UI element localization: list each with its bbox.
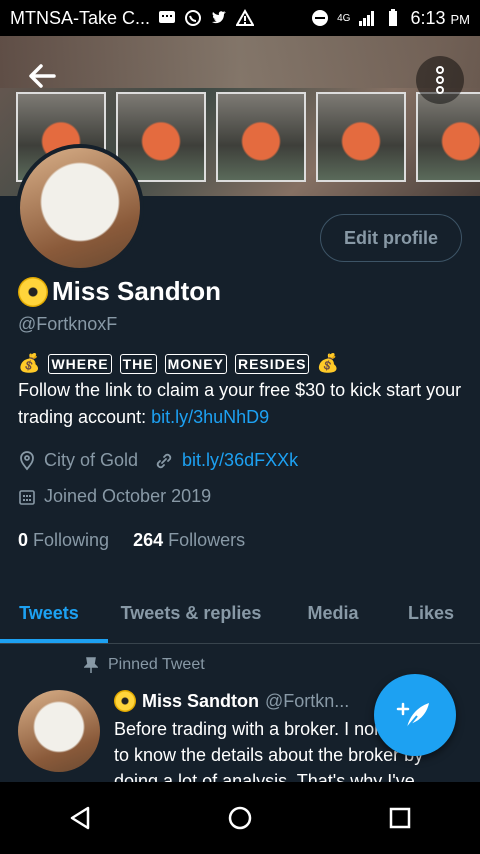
- pinned-tweet-label: Pinned Tweet: [84, 656, 205, 674]
- bio-headline-word: WHERE: [48, 354, 112, 374]
- bio-headline-word: MONEY: [164, 354, 227, 374]
- network-type: 4G: [337, 12, 351, 24]
- banner-photo: [416, 92, 480, 182]
- profile-meta-row: City of Gold bit.ly/36dFXXk: [18, 450, 298, 471]
- nav-back-button[interactable]: [60, 798, 100, 838]
- system-navigation-bar: [0, 782, 480, 854]
- tab-media[interactable]: Media: [284, 584, 382, 643]
- money-bag-icon: 💰: [18, 353, 42, 373]
- tab-tweets-and-replies[interactable]: Tweets & replies: [98, 584, 284, 643]
- compose-tweet-button[interactable]: [374, 674, 456, 756]
- tab-tweets[interactable]: Tweets: [0, 584, 108, 643]
- nav-home-button[interactable]: [220, 798, 260, 838]
- tab-likes[interactable]: Likes: [382, 584, 480, 643]
- profile-avatar[interactable]: [16, 144, 144, 272]
- message-icon: [159, 11, 176, 23]
- dvd-emoji-icon: [114, 690, 136, 712]
- profile-handle: @FortknoxF: [18, 314, 118, 334]
- more-options-button[interactable]: [416, 56, 464, 104]
- edit-profile-button[interactable]: Edit profile: [320, 214, 462, 262]
- location-pin-icon: [20, 450, 34, 470]
- dvd-emoji-icon: [18, 276, 48, 307]
- link-icon: [156, 453, 172, 468]
- bio-headline: 💰 WHERE THE MONEY RESIDES 💰: [18, 350, 468, 377]
- profile-website-link[interactable]: bit.ly/36dFXXk: [182, 450, 298, 471]
- carrier-name: MTNSA-Take C...: [10, 7, 151, 28]
- back-arrow-icon[interactable]: [24, 58, 60, 94]
- calendar-icon: [19, 489, 35, 505]
- status-bar: MTNSA-Take C... 4G 6:13 PM: [0, 0, 480, 36]
- bio-headline-word: RESIDES: [234, 354, 310, 374]
- pin-icon: [84, 657, 98, 673]
- money-bag-icon: 💰: [316, 353, 340, 373]
- do-not-disturb-icon: [312, 10, 329, 26]
- tweet-header: Miss Sandton @Fortkn...: [114, 690, 349, 712]
- followers-count-link[interactable]: 264 Followers: [133, 530, 245, 551]
- tweet-author-name: Miss Sandton: [142, 690, 260, 711]
- clock: 6:13 PM: [410, 7, 470, 28]
- profile-location: City of Gold: [44, 450, 139, 470]
- profile-joined-row: Joined October 2019: [18, 486, 211, 507]
- whatsapp-icon: [185, 10, 202, 26]
- banner-photo: [316, 92, 406, 182]
- tweet-author-handle: @Fortkn...: [265, 690, 350, 711]
- banner-background: [0, 36, 480, 88]
- twitter-icon: [212, 11, 227, 24]
- signal-icon: [359, 11, 375, 26]
- bio-headline-word: THE: [119, 354, 157, 374]
- tweet-author-avatar[interactable]: [18, 690, 100, 772]
- profile-name: Miss Sandton: [18, 276, 221, 307]
- bio-link[interactable]: bit.ly/3huNhD9: [151, 407, 269, 427]
- square-recents-icon: [389, 807, 411, 829]
- profile-joined-date: Joined October 2019: [44, 486, 212, 506]
- battery-icon: [389, 9, 398, 26]
- more-vertical-icon: [436, 66, 444, 94]
- profile-bio: 💰 WHERE THE MONEY RESIDES 💰 Follow the l…: [18, 350, 468, 431]
- warning-icon: [236, 9, 255, 26]
- following-count-link[interactable]: 0 Following: [18, 530, 109, 551]
- triangle-back-icon: [70, 806, 90, 830]
- banner-photo: [216, 92, 306, 182]
- compose-feather-icon: [396, 702, 429, 729]
- profile-follow-counts: 0 Following 264 Followers: [18, 530, 245, 551]
- profile-tabs: Tweets Tweets & replies Media Likes: [0, 584, 480, 644]
- nav-recents-button[interactable]: [380, 798, 420, 838]
- circle-home-icon: [228, 806, 252, 830]
